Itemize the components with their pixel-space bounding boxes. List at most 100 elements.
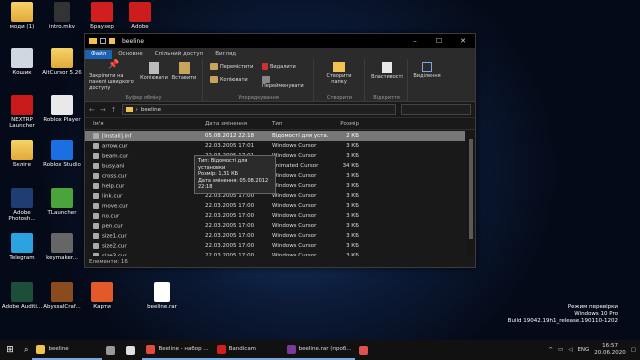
- pin-button[interactable]: 📌 Закріпити на панелі швидкого доступу: [89, 61, 137, 92]
- file-name-text: link.cur: [102, 193, 123, 200]
- desktop-icon[interactable]: моди (1): [0, 2, 44, 30]
- desktop-icon-label: моди (1): [9, 24, 35, 30]
- app-icon: [51, 140, 73, 160]
- minimize-button[interactable]: –: [403, 37, 427, 45]
- file-row[interactable]: move.cur 22.03.2005 17:00 Windows Cursor 3 …: [85, 201, 465, 211]
- desktop-icon[interactable]: NEXTRP Launcher: [0, 95, 44, 129]
- window-title: beeline: [122, 37, 145, 45]
- taskbar-app[interactable]: beeline.rar (проб...: [282, 340, 356, 360]
- desktop-icon[interactable]: TLauncher: [40, 188, 84, 216]
- folder-icon: [89, 38, 97, 44]
- new-folder-button[interactable]: Створити папку: [319, 62, 359, 85]
- column-size[interactable]: Розмір: [329, 121, 359, 127]
- tab-home[interactable]: Основне: [112, 50, 149, 59]
- desktop-icon[interactable]: Telegram: [0, 233, 44, 261]
- taskbar-app[interactable]: [355, 340, 375, 360]
- desktop-icon[interactable]: Кошик: [0, 48, 44, 76]
- desktop-icon-label: keymaker...: [46, 255, 78, 261]
- column-type[interactable]: Тип: [272, 121, 329, 127]
- file-icon: [54, 2, 70, 22]
- tab-view[interactable]: Вигляд: [209, 50, 242, 59]
- taskbar-app[interactable]: Bandicam: [212, 340, 283, 360]
- column-header: Ім'я Дата змінення Тип Розмір: [85, 118, 475, 130]
- language-indicator[interactable]: ENG: [577, 347, 589, 353]
- app-icon: [51, 188, 73, 208]
- forward-button[interactable]: →: [100, 106, 106, 114]
- qat-icon[interactable]: [100, 38, 106, 44]
- desktop-icon[interactable]: intro.mkv: [40, 2, 84, 30]
- search-button[interactable]: ⌕: [20, 340, 32, 360]
- delete-button[interactable]: Видалити: [262, 63, 296, 70]
- desktop-icon[interactable]: Adobe Auditi...: [0, 282, 44, 310]
- search-input[interactable]: [401, 104, 471, 115]
- file-icon: [93, 242, 99, 249]
- desktop-icon[interactable]: Карти: [80, 282, 124, 310]
- file-type: Windows Cursor: [272, 193, 317, 199]
- column-name[interactable]: Ім'я: [93, 121, 205, 127]
- column-date[interactable]: Дата змінення: [205, 121, 272, 127]
- file-icon: [93, 232, 99, 239]
- select-button[interactable]: Виділення: [411, 62, 443, 79]
- app-icon: [11, 95, 33, 115]
- desktop-icon[interactable]: Adobe: [118, 2, 162, 30]
- notification-icon[interactable]: ▢: [631, 347, 636, 353]
- taskbar-app[interactable]: [102, 340, 122, 360]
- file-date: 22.03.2005 17:00: [205, 213, 255, 219]
- desktop-icon[interactable]: Adobe Photosh...: [0, 188, 44, 222]
- desktop-icon[interactable]: beeline.rar: [140, 282, 184, 310]
- tray-chevron-icon[interactable]: ^: [548, 347, 553, 353]
- properties-button[interactable]: Властивості: [370, 62, 404, 80]
- file-icon: [154, 282, 170, 302]
- folder-icon: [11, 2, 33, 22]
- breadcrumb[interactable]: beeline: [141, 107, 161, 113]
- desktop-icon[interactable]: Бєліге: [0, 140, 44, 168]
- copy-to-button[interactable]: Копіювати: [210, 76, 248, 83]
- properties-icon: [382, 62, 392, 73]
- maximize-button[interactable]: ☐: [427, 37, 451, 45]
- file-row[interactable]: [Install].inf 05.08.2012 22:18 Відомості д…: [85, 131, 465, 141]
- file-row[interactable]: size2.cur 22.03.2005 17:00 Windows Cursor 3…: [85, 241, 465, 251]
- vertical-scrollbar[interactable]: [467, 131, 475, 257]
- file-type: Windows Cursor: [272, 243, 317, 249]
- tab-file[interactable]: Файл: [85, 50, 113, 59]
- close-button[interactable]: ✕: [451, 37, 475, 45]
- file-row[interactable]: arrow.cur 22.03.2005 17:01 Windows Cursor 3…: [85, 141, 465, 151]
- file-row[interactable]: pen.cur 22.03.2005 17:00 Windows Cursor 3 К…: [85, 221, 465, 231]
- desktop-icon[interactable]: AltCursor 5.26: [40, 48, 84, 76]
- file-row[interactable]: no.cur 22.03.2005 17:00 Windows Cursor 3 КБ: [85, 211, 465, 221]
- ribbon: 📌 Закріпити на панелі швидкого доступу К…: [85, 59, 475, 102]
- taskbar-app-label: Beeline - набор ...: [158, 346, 209, 352]
- file-row[interactable]: size1.cur 22.03.2005 17:00 Windows Cursor 3…: [85, 231, 465, 241]
- taskbar-apps: beeline Beeline - набор ... Bandicam beelin…: [32, 340, 375, 360]
- taskbar-app[interactable]: beeline: [32, 340, 103, 360]
- file-name: beam.cur: [93, 152, 205, 159]
- file-icon: [93, 222, 99, 229]
- title-bar[interactable]: beeline – ☐ ✕: [85, 34, 475, 48]
- copy-button[interactable]: Копіювати: [140, 62, 168, 81]
- file-name-text: arrow.cur: [102, 143, 128, 150]
- up-button[interactable]: ↑: [111, 106, 117, 114]
- scrollbar-thumb[interactable]: [469, 139, 473, 239]
- volume-icon[interactable]: ◁: [568, 347, 572, 353]
- move-to-button[interactable]: Перемістити: [210, 63, 253, 70]
- file-size: 3 КБ: [346, 203, 359, 209]
- file-name-text: size1.cur: [102, 233, 127, 240]
- copy-to-icon: [210, 76, 218, 83]
- taskbar-app[interactable]: Beeline - набор ...: [142, 340, 213, 360]
- network-icon[interactable]: ▭: [558, 347, 563, 353]
- rename-button[interactable]: Перейменувати: [262, 76, 313, 89]
- taskbar-app[interactable]: [122, 340, 142, 360]
- desktop-icon[interactable]: Roblox Player: [40, 95, 84, 123]
- clock[interactable]: 16:57 20.06.2020: [594, 343, 626, 357]
- desktop-icon[interactable]: AbyssalCraf...: [40, 282, 84, 310]
- desktop-icon[interactable]: Roblox Studio: [40, 140, 84, 168]
- qat-icon[interactable]: [109, 38, 115, 44]
- file-icon: [93, 152, 99, 159]
- tab-share[interactable]: Спільний доступ: [149, 50, 209, 59]
- desktop-icon[interactable]: keymaker...: [40, 233, 84, 261]
- address-bar[interactable]: › beeline: [121, 104, 396, 115]
- back-button[interactable]: ←: [89, 106, 95, 114]
- paste-button[interactable]: Вставити: [169, 62, 199, 81]
- start-button[interactable]: ⊞: [0, 340, 20, 360]
- file-size: 3 КБ: [346, 223, 359, 229]
